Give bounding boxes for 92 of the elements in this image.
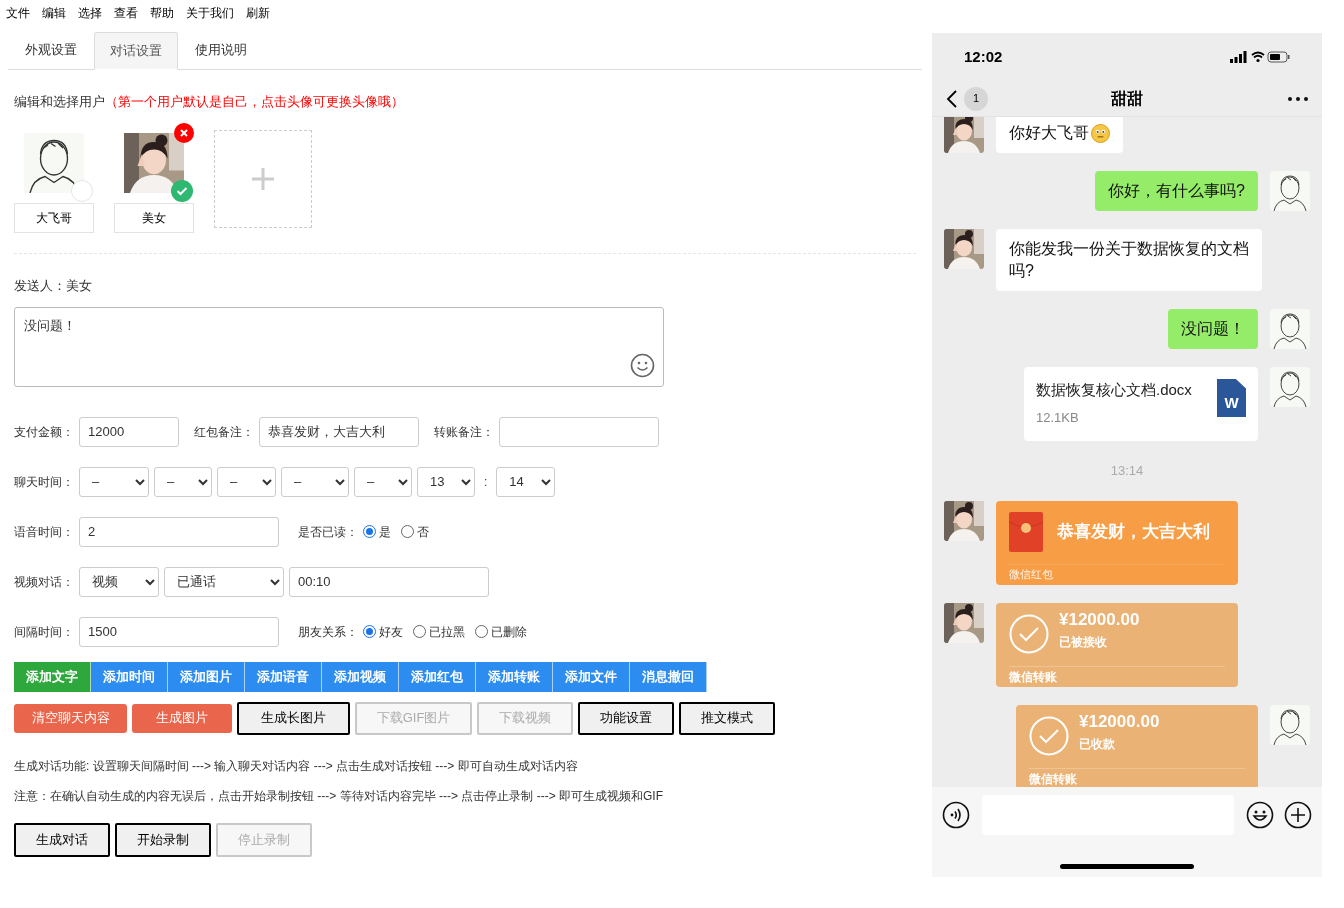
- action-button[interactable]: 功能设置: [578, 701, 674, 735]
- word-file-icon: W: [1217, 379, 1246, 417]
- chat-title: 甜甜: [1111, 88, 1143, 109]
- field-label: 是否已读：: [298, 523, 358, 541]
- input-field[interactable]: [499, 416, 659, 447]
- action-button: 停止录制: [216, 822, 312, 857]
- section-heading: 编辑和选择用户: [14, 93, 105, 111]
- time-label: 13:14: [1109, 462, 1145, 480]
- menu-item[interactable]: 关于我们: [186, 4, 234, 22]
- tab[interactable]: 外观设置: [8, 31, 94, 69]
- field-label: 朋友关系：: [298, 623, 358, 641]
- action-button: 下载视频: [477, 701, 573, 735]
- dropdown[interactable]: –: [154, 466, 212, 497]
- dropdown[interactable]: –: [217, 466, 276, 497]
- input-field[interactable]: 恭喜发财，大吉大利: [259, 416, 419, 447]
- dropdown[interactable]: –: [79, 466, 149, 497]
- dropdown[interactable]: 视频: [79, 566, 159, 597]
- menu-item[interactable]: 刷新: [246, 4, 270, 22]
- field-label: 红包备注：: [194, 423, 254, 441]
- input-field[interactable]: 2: [79, 516, 279, 547]
- voice-icon[interactable]: [942, 801, 970, 829]
- field-label: 转账备注：: [434, 423, 494, 441]
- action-button[interactable]: 推文模式: [679, 701, 775, 735]
- radio-label[interactable]: 好友: [379, 622, 403, 641]
- input-field[interactable]: 1500: [79, 616, 279, 647]
- file-card[interactable]: 数据恢复核心文档.docx 12.1KB W: [1024, 367, 1258, 441]
- check-circle-icon: [1009, 614, 1049, 654]
- radio-label[interactable]: 否: [417, 522, 429, 541]
- message-text: 你能发我一份关于数据恢复的文档吗?: [1009, 239, 1249, 281]
- status-time: 12:02: [964, 46, 1003, 67]
- field-label: 聊天时间：: [14, 473, 74, 491]
- tab[interactable]: 使用说明: [178, 31, 264, 69]
- dropdown[interactable]: –: [281, 466, 349, 497]
- sender-name: 美女: [66, 276, 92, 294]
- action-button[interactable]: 开始录制: [115, 822, 211, 857]
- menu-item[interactable]: 编辑: [42, 4, 66, 22]
- field-label: 支付金额：: [14, 423, 74, 441]
- field-label: 视频对话：: [14, 573, 74, 591]
- radio-label[interactable]: 已拉黑: [429, 622, 465, 641]
- user-name-field[interactable]: 大飞哥: [14, 202, 94, 233]
- transfer-amount: ¥12000.00: [1079, 711, 1160, 733]
- card-footer: 微信转账: [1009, 667, 1225, 686]
- add-icon[interactable]: [1284, 801, 1312, 829]
- file-size: 12.1KB: [1036, 408, 1080, 427]
- instruction-text: 生成对话功能: 设置聊天间隔时间 ---> 输入聊天对话内容 ---> 点击生成对话按钮 ---> 即可自动生成对话内容: [14, 757, 579, 775]
- status-icons: [1230, 51, 1290, 63]
- input-field[interactable]: 00:10: [289, 566, 489, 597]
- envelope-icon: [1009, 512, 1043, 552]
- add-user-tile[interactable]: [214, 129, 312, 228]
- field-label: 发送人：: [14, 276, 66, 294]
- dropdown[interactable]: –: [354, 466, 412, 497]
- tab[interactable]: 对话设置: [94, 32, 178, 70]
- transfer-status: 已被接收: [1059, 634, 1108, 651]
- action-button[interactable]: 生成对话: [14, 822, 110, 857]
- menu-item[interactable]: 文件: [6, 4, 30, 22]
- check-icon[interactable]: [171, 179, 193, 202]
- message-text: 没问题！: [1181, 319, 1245, 339]
- person-icon: [24, 132, 84, 193]
- radio-label[interactable]: 已删除: [491, 622, 527, 641]
- unread-badge: 1: [964, 86, 988, 111]
- dropdown[interactable]: 14: [496, 466, 556, 497]
- card-footer: 微信转账: [1029, 769, 1245, 787]
- field-label: 间隔时间：: [14, 623, 74, 641]
- more-icon[interactable]: [1288, 96, 1308, 101]
- field-label: 语音时间：: [14, 523, 74, 541]
- message-text: 你好，有什么事吗?: [1108, 181, 1245, 201]
- menu-item[interactable]: 选择: [78, 4, 102, 22]
- radio-label[interactable]: 是: [379, 522, 391, 541]
- dropdown[interactable]: 已通话: [164, 566, 284, 597]
- instruction-text: 注意：在确认自动生成的内容无误后，点击开始录制按钮 ---> 等待对话内容完毕 ---> 点击停止录制 ---> 即可生成视频和GIF: [14, 787, 664, 805]
- input-field[interactable]: 12000: [79, 416, 179, 447]
- back-icon[interactable]: [946, 88, 958, 109]
- user-name-field[interactable]: 美女: [114, 202, 194, 233]
- transfer-status: 已收款: [1079, 736, 1116, 753]
- separator-text: :: [483, 473, 489, 491]
- message-field[interactable]: 没问题！: [14, 306, 664, 387]
- plus-icon: [252, 167, 274, 190]
- menu-item[interactable]: 帮助: [150, 4, 174, 22]
- hint-text: （第一个用户默认是自己，点击头像可更换头像哦）: [105, 93, 404, 111]
- action-button[interactable]: 生成长图片: [237, 701, 350, 735]
- emoji-icon[interactable]: [1246, 801, 1274, 829]
- action-button: 下载GIF图片: [355, 701, 472, 735]
- transfer-amount: ¥12000.00: [1059, 609, 1140, 631]
- delete-icon[interactable]: [174, 122, 194, 143]
- greeting-text: 恭喜发财，大吉大利: [1057, 521, 1210, 544]
- card-footer: 微信红包: [1009, 565, 1225, 582]
- menu-item[interactable]: 查看: [114, 4, 138, 22]
- dropdown[interactable]: 13: [417, 466, 475, 497]
- check-circle-icon: [1029, 716, 1069, 756]
- message-text: 你好大飞哥: [1009, 123, 1089, 143]
- radio-circle[interactable]: [71, 179, 93, 202]
- file-name: 数据恢复核心文档.docx: [1036, 380, 1193, 400]
